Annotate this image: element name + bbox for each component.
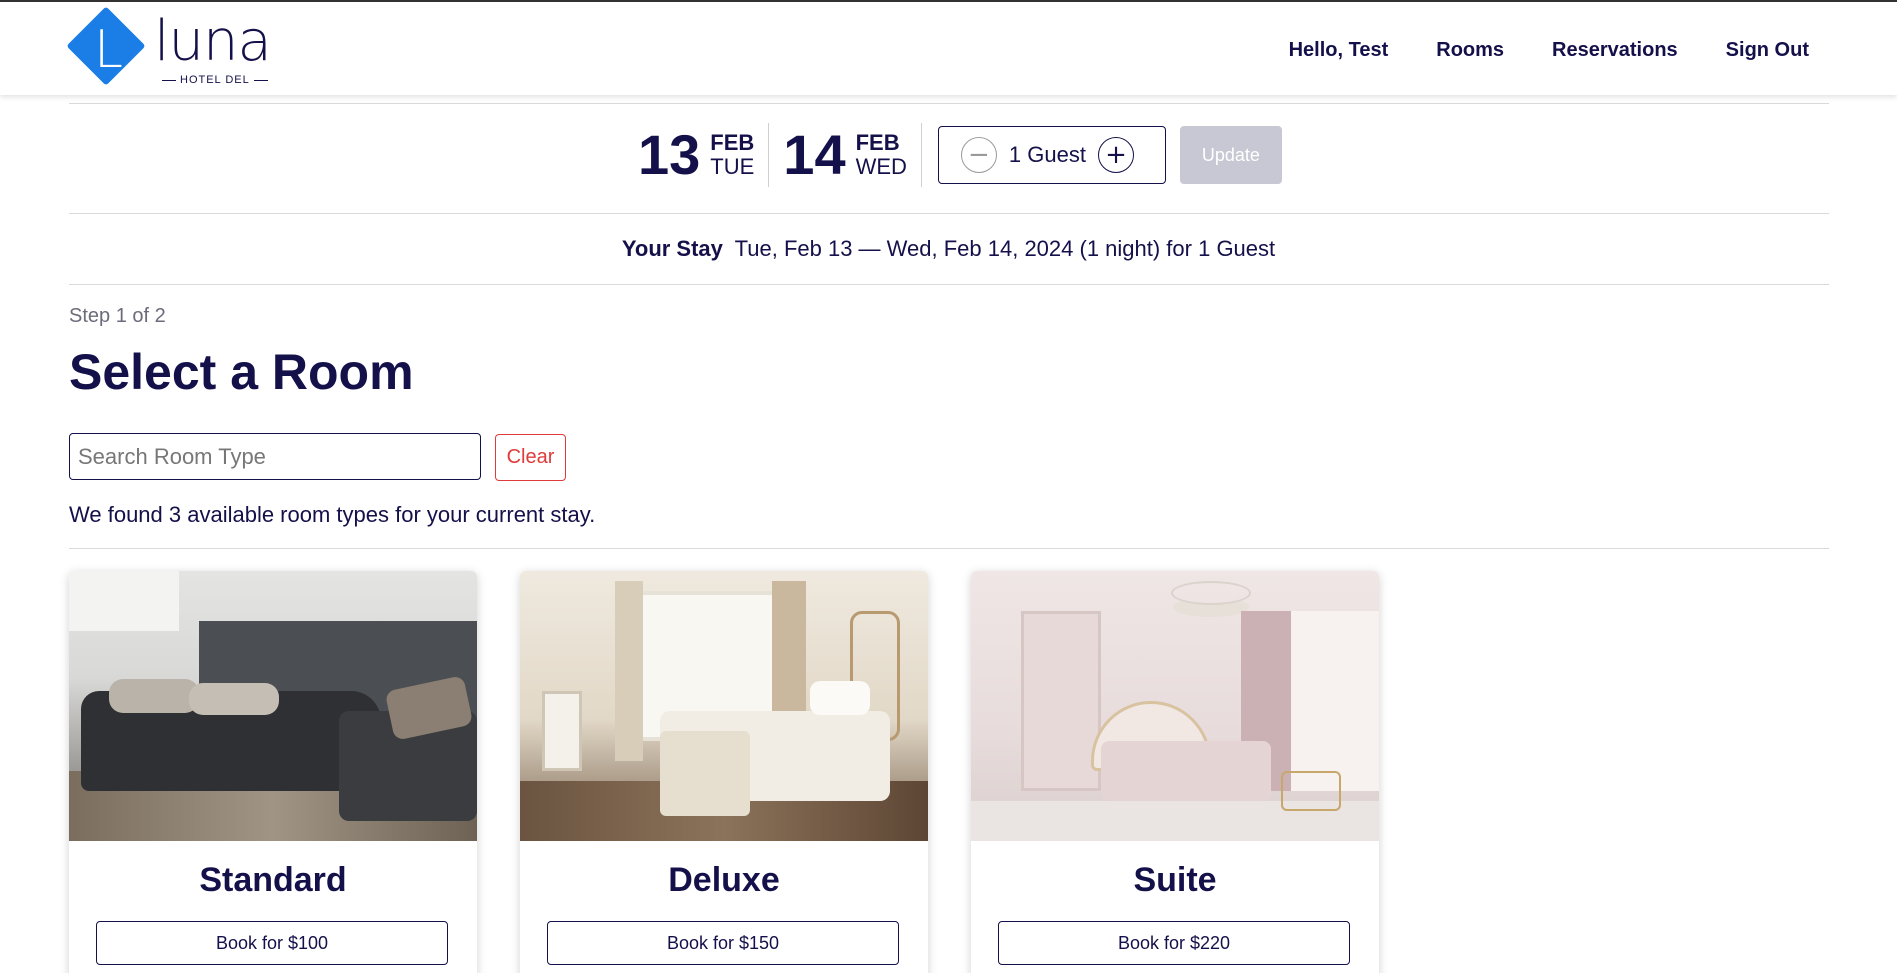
clear-button[interactable]: Clear	[495, 434, 566, 481]
stay-summary: Your Stay Tue, Feb 13 — Wed, Feb 14, 202…	[0, 236, 1897, 262]
room-photo-deluxe	[520, 571, 928, 841]
logo-letter: L	[94, 20, 123, 80]
nav-rooms[interactable]: Rooms	[1436, 39, 1504, 62]
minus-icon[interactable]: −	[960, 137, 997, 173]
nav-sign-out[interactable]: Sign Out	[1726, 39, 1809, 62]
site-header: L luna HOTEL DEL Hello, Test Rooms Reser…	[0, 2, 1897, 95]
book-suite-button[interactable]: Book for $220	[998, 921, 1350, 965]
guest-count: 1 Guest	[1008, 142, 1086, 167]
room-card-suite: Suite Book for $220	[971, 571, 1379, 973]
checkout-month: FEB	[855, 129, 900, 155]
nav-greeting[interactable]: Hello, Test	[1289, 39, 1389, 62]
date-separator	[768, 123, 770, 187]
page-title: Select a Room	[69, 344, 414, 400]
checkout-day: 14	[783, 123, 846, 186]
book-standard-button[interactable]: Book for $100	[96, 921, 448, 965]
room-name: Standard	[199, 861, 347, 899]
results-count-text: We found 3 available room types for your…	[69, 502, 596, 527]
divider	[69, 548, 1829, 549]
room-card-standard: Standard Book for $100	[69, 571, 477, 973]
checkout-date[interactable]: 14 FEB WED	[783, 127, 907, 183]
room-name: Deluxe	[668, 861, 780, 899]
divider	[69, 103, 1829, 104]
divider	[69, 284, 1829, 285]
step-indicator: Step 1 of 2	[69, 305, 166, 327]
plus-icon[interactable]: +	[1097, 137, 1134, 173]
guest-stepper: − 1 Guest +	[937, 126, 1166, 184]
checkin-weekday: TUE	[710, 154, 755, 179]
room-card-deluxe: Deluxe Book for $150	[520, 571, 928, 973]
logo-subtitle: HOTEL DEL	[162, 74, 268, 86]
logo-wordmark: luna	[154, 9, 272, 74]
room-photo-suite	[971, 571, 1379, 841]
checkout-weekday: WED	[855, 154, 907, 179]
logo-subtitle-text: HOTEL DEL	[180, 74, 250, 86]
date-separator	[920, 123, 922, 187]
room-search-input[interactable]	[69, 433, 481, 480]
booking-bar: 13 FEB TUE 14 FEB WED − 1 Guest + Update	[638, 122, 1282, 188]
update-button[interactable]: Update	[1179, 126, 1282, 184]
luna-logo[interactable]: L luna HOTEL DEL	[66, 6, 280, 90]
room-name: Suite	[1133, 861, 1217, 899]
room-list: Standard Book for $100 Deluxe Book for $…	[69, 571, 1379, 973]
checkin-day: 13	[638, 123, 701, 186]
room-photo-standard	[69, 571, 477, 841]
nav-reservations[interactable]: Reservations	[1552, 39, 1678, 62]
checkin-date[interactable]: 13 FEB TUE	[638, 127, 754, 183]
divider	[69, 213, 1829, 214]
stay-label: Your Stay	[621, 236, 723, 261]
main-nav: Hello, Test Rooms Reservations Sign Out	[1289, 39, 1809, 62]
stay-details: Tue, Feb 13 — Wed, Feb 14, 2024 (1 night…	[734, 236, 1276, 261]
book-deluxe-button[interactable]: Book for $150	[547, 921, 899, 965]
checkin-month: FEB	[710, 129, 755, 155]
